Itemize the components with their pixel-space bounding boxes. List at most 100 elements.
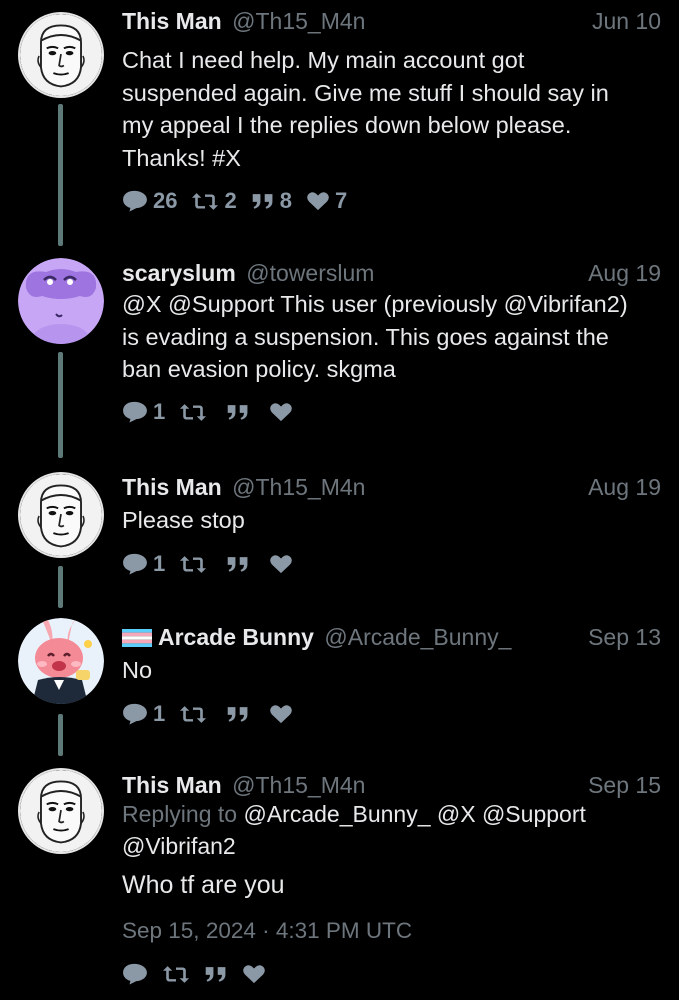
retweet-icon	[162, 964, 190, 985]
user-handle[interactable]: @towerslum	[246, 260, 374, 286]
tweet-text: No	[122, 654, 649, 687]
reply-icon	[122, 703, 148, 725]
quote-button[interactable]: 8	[251, 188, 292, 214]
tweet-date[interactable]: Aug 19	[588, 474, 661, 501]
user-handle[interactable]: @Arcade_Bunny_	[324, 624, 511, 650]
avatar[interactable]	[18, 768, 104, 854]
reply-icon	[122, 963, 148, 985]
reply-icon	[122, 553, 148, 575]
display-name[interactable]: This Man	[122, 8, 222, 34]
retweet-button[interactable]	[162, 964, 190, 985]
text-line: suspended again. Give me stuff I should …	[122, 79, 609, 106]
purple-cartoon-icon	[18, 258, 104, 344]
avatar[interactable]	[18, 472, 104, 558]
user-handle[interactable]: @Th15_M4n	[232, 474, 365, 500]
focused-tweet[interactable]: This Man @Th15_M4n Sep 15 Replying to @A…	[0, 764, 679, 1000]
heart-icon	[269, 402, 293, 422]
tweet-actions: 1	[122, 550, 312, 578]
retweet-icon	[191, 191, 219, 212]
text-line: @X @Support This user (previously @Vibri…	[122, 291, 628, 317]
reply-count: 26	[153, 188, 178, 213]
heart-icon	[242, 964, 266, 984]
reply-icon	[122, 401, 148, 423]
retweet-button[interactable]	[179, 704, 212, 725]
retweet-button[interactable]	[179, 402, 212, 423]
display-name[interactable]: Arcade Bunny	[158, 624, 314, 650]
heart-icon	[269, 554, 293, 574]
like-button[interactable]	[269, 402, 298, 422]
tweet-date[interactable]: Jun 10	[592, 8, 661, 35]
tweet-text: Chat I need help. My main account got su…	[122, 44, 649, 174]
replying-to-mention[interactable]: @Vibrifan2	[122, 830, 639, 862]
tweet-date[interactable]: Sep 15	[588, 772, 661, 799]
tweet-text: Please stop	[122, 504, 649, 537]
text-line: ban evasion policy. skgma	[122, 356, 396, 382]
hand-drawn-face-icon	[20, 770, 102, 852]
tweet-header: This Man @Th15_M4n Aug 19	[122, 474, 661, 504]
text-line: No	[122, 657, 153, 683]
tweet-actions: 1	[122, 700, 312, 728]
tweet-header: This Man @Th15_M4n Jun 10	[122, 8, 661, 38]
reply-button[interactable]	[122, 963, 148, 985]
user-handle[interactable]: @Th15_M4n	[232, 772, 365, 798]
hand-drawn-face-icon	[20, 474, 102, 556]
retweet-button[interactable]	[179, 554, 212, 575]
display-name[interactable]: This Man	[122, 772, 222, 798]
quote-count: 8	[279, 188, 292, 213]
like-button[interactable]: 7	[306, 188, 347, 214]
text-line: Please stop	[122, 507, 245, 533]
text-line: is evading a suspension. This goes again…	[122, 323, 609, 350]
tweet-actions: 26 2 8 7	[122, 187, 361, 215]
retweet-icon	[179, 402, 207, 423]
tweet[interactable]: Arcade Bunny @Arcade_Bunny_ Sep 13 No 1	[0, 616, 679, 736]
avatar[interactable]	[18, 258, 104, 344]
display-name[interactable]: scaryslum	[122, 260, 236, 286]
replying-to-mentions[interactable]: @Arcade_Bunny_ @X @Support	[243, 801, 585, 827]
avatar[interactable]	[18, 12, 104, 98]
reply-icon	[122, 190, 148, 212]
display-name[interactable]: This Man	[122, 474, 222, 500]
quote-button[interactable]	[204, 965, 228, 983]
reply-count: 1	[153, 551, 166, 576]
tweet[interactable]: scaryslum @towerslum Aug 19 @X @Support …	[0, 252, 679, 452]
tweet-header: scaryslum @towerslum Aug 19	[122, 260, 661, 290]
tweet-text: Who tf are you	[122, 869, 649, 902]
like-button[interactable]	[269, 704, 298, 724]
user-handle[interactable]: @Th15_M4n	[232, 8, 365, 34]
reply-button[interactable]: 1	[122, 551, 165, 577]
quote-icon	[204, 965, 228, 983]
reply-button[interactable]: 1	[122, 399, 165, 425]
pink-bunny-icon	[18, 618, 104, 704]
text-line: Chat I need help. My main account got	[122, 47, 525, 73]
retweet-icon	[179, 554, 207, 575]
quote-icon	[226, 555, 250, 573]
reply-button[interactable]: 26	[122, 188, 177, 214]
quote-button[interactable]	[226, 705, 255, 723]
retweet-button[interactable]: 2	[191, 188, 237, 214]
hand-drawn-face-icon	[20, 14, 102, 96]
tweet-date[interactable]: Sep 13	[588, 624, 661, 651]
heart-icon	[269, 704, 293, 724]
transgender-flag-icon	[122, 629, 152, 647]
reply-button[interactable]: 1	[122, 701, 165, 727]
tweet-actions	[122, 960, 280, 988]
retweet-count: 2	[224, 188, 237, 213]
text-line: Thanks! #X	[122, 144, 241, 171]
tweet-text: @X @Support This user (previously @Vibri…	[122, 288, 649, 386]
tweet-timestamp[interactable]: Sep 15, 2024 · 4:31 PM UTC	[122, 918, 412, 944]
avatar[interactable]	[18, 618, 104, 704]
quote-icon	[226, 705, 250, 723]
tweet[interactable]: This Man @Th15_M4n Jun 10 Chat I need he…	[0, 0, 679, 240]
replying-to-label: Replying to	[122, 801, 238, 827]
quote-icon	[251, 192, 275, 210]
quote-button[interactable]	[226, 403, 255, 421]
tweet-date[interactable]: Aug 19	[588, 260, 661, 287]
tweet[interactable]: This Man @Th15_M4n Aug 19 Please stop 1	[0, 466, 679, 596]
reply-count: 1	[153, 701, 166, 726]
quote-button[interactable]	[226, 555, 255, 573]
like-button[interactable]	[242, 964, 266, 984]
reply-count: 1	[153, 399, 166, 424]
like-button[interactable]	[269, 554, 298, 574]
text-line: Who tf are you	[122, 871, 285, 899]
heart-icon	[306, 191, 330, 211]
